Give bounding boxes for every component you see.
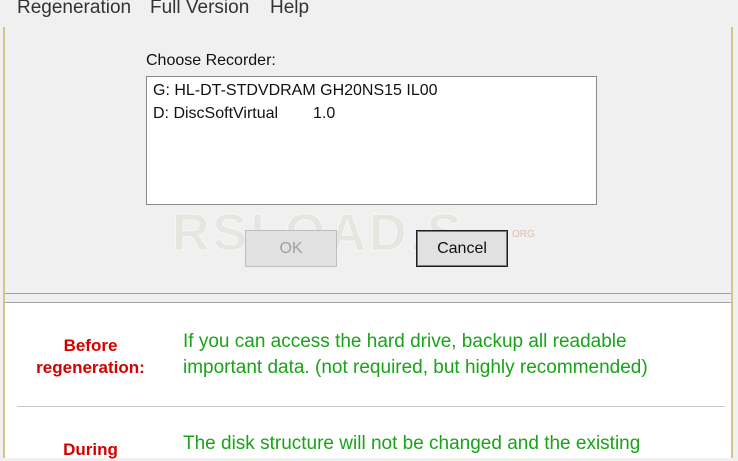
recorder-item-version: IL00 bbox=[406, 82, 438, 99]
info-separator bbox=[17, 406, 725, 407]
recorder-listbox[interactable]: G: HL-DT-STDVDRAM GH20NS15 IL00 D: DiscS… bbox=[146, 76, 597, 205]
menu-full-version[interactable]: Full Version bbox=[150, 0, 249, 19]
before-heading-line2: regeneration: bbox=[36, 358, 145, 377]
before-regeneration-line2: important data. (not required, but highl… bbox=[183, 357, 648, 378]
recorder-item-name: G: HL-DT-STDVDRAM GH20NS15 bbox=[153, 82, 402, 99]
cancel-button[interactable]: Cancel bbox=[416, 230, 508, 267]
before-regeneration-line1: If you can access the hard drive, backup… bbox=[183, 331, 627, 352]
before-heading-line1: Before bbox=[63, 336, 118, 355]
recorder-item-name: D: DiscSoftVirtual bbox=[153, 105, 279, 122]
ok-button[interactable]: OK bbox=[245, 230, 337, 267]
choose-recorder-label: Choose Recorder: bbox=[146, 52, 276, 69]
recorder-item-version: 1.0 bbox=[313, 105, 336, 122]
menu-bar: Regeneration Full Version Help bbox=[0, 0, 738, 24]
menu-regeneration[interactable]: Regeneration bbox=[17, 0, 131, 19]
menu-help[interactable]: Help bbox=[270, 0, 309, 19]
before-regeneration-heading: Before regeneration: bbox=[18, 335, 163, 379]
watermark-suffix: ORG bbox=[512, 229, 535, 240]
during-regeneration-line1: The disk structure will not be changed a… bbox=[183, 433, 641, 454]
recorder-item-g[interactable]: G: HL-DT-STDVDRAM GH20NS15 IL00 bbox=[153, 82, 438, 100]
splitter[interactable] bbox=[5, 293, 731, 303]
recorder-item-d[interactable]: D: DiscSoftVirtual 1.0 bbox=[153, 105, 335, 123]
